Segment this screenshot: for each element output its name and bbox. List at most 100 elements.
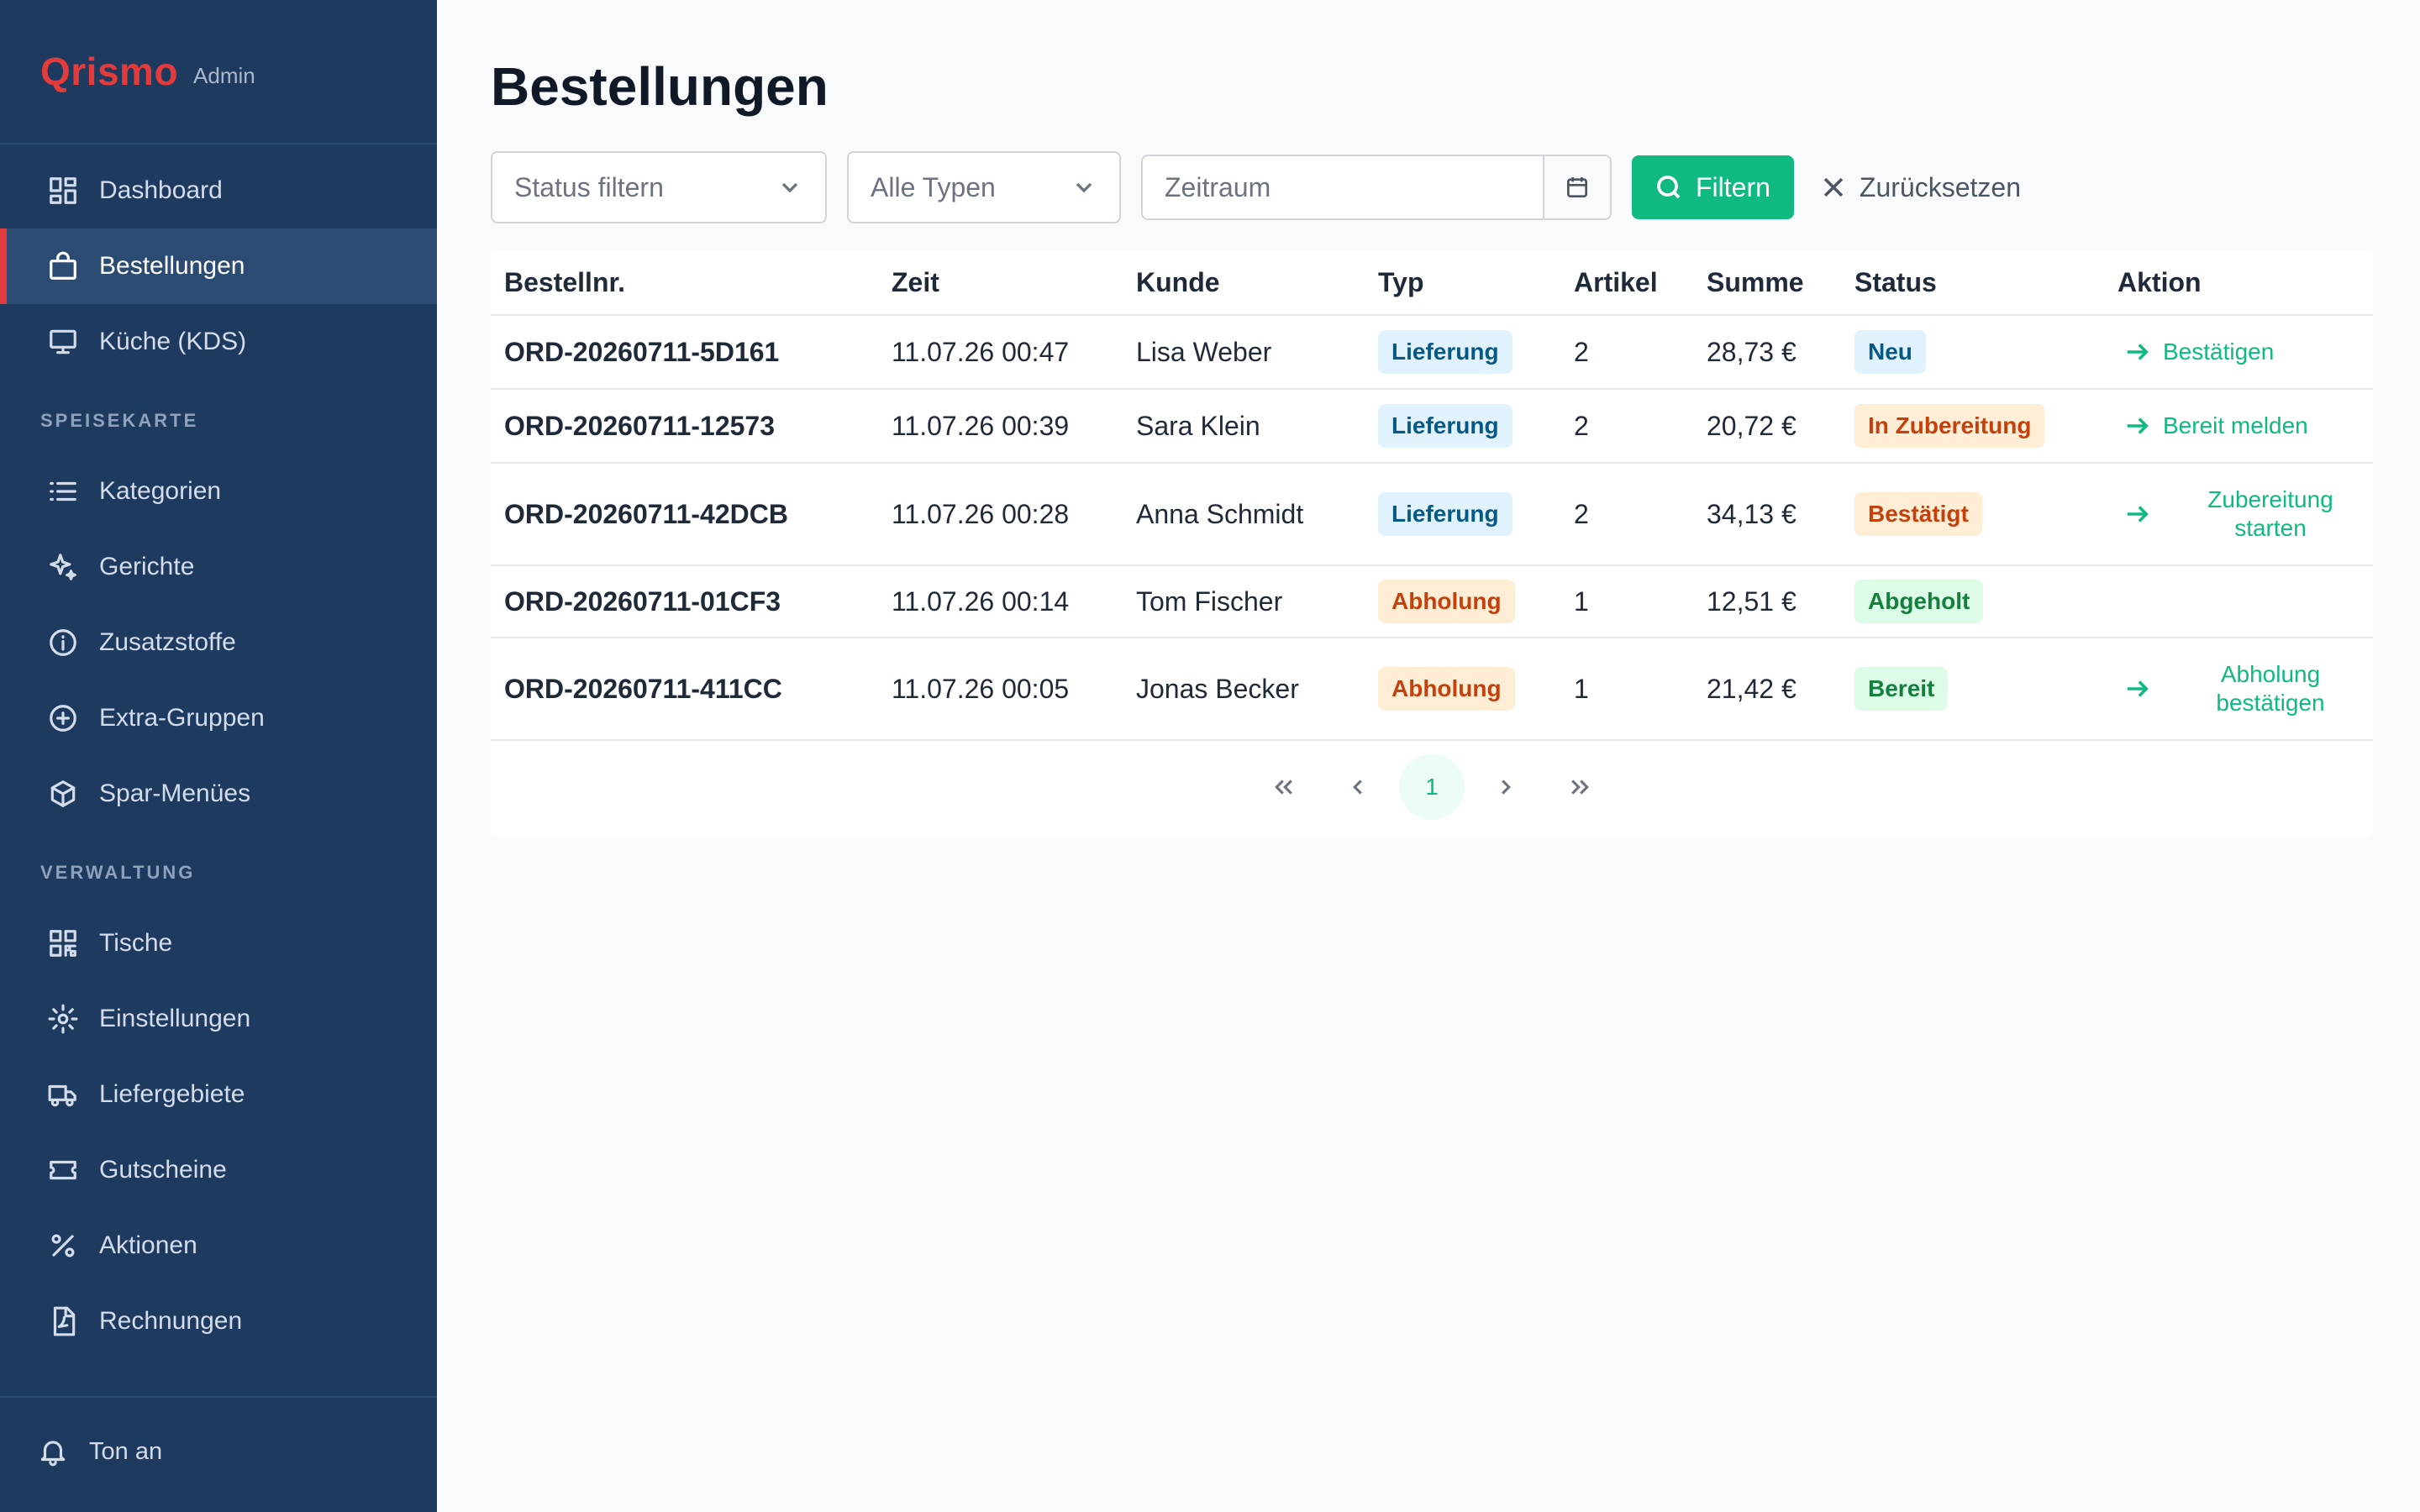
status-badge: Bestätigt — [1854, 492, 1982, 536]
column-header-status[interactable]: Status — [1841, 267, 2104, 298]
order-sum: 21,42 € — [1707, 673, 1797, 704]
calendar-button[interactable] — [1543, 156, 1610, 218]
truck-icon — [47, 1079, 79, 1110]
box-icon — [47, 778, 79, 810]
gear-icon — [47, 1003, 79, 1035]
sidebar-item-label: Bestellungen — [99, 252, 245, 280]
sidebar-item-delivery-areas[interactable]: Liefergebiete — [0, 1057, 437, 1132]
confirm-order-button[interactable]: Bestätigen — [2118, 338, 2373, 366]
arrow-right-icon — [2127, 680, 2149, 697]
order-time: 11.07.26 00:14 — [892, 585, 1070, 617]
chevron-down-icon — [781, 182, 798, 193]
order-customer: Sara Klein — [1136, 410, 1260, 441]
search-icon — [1657, 176, 1681, 199]
action-label: Bestätigen — [2163, 339, 2275, 365]
type-filter-select[interactable]: Alle Typen — [847, 151, 1121, 223]
order-customer: Tom Fischer — [1136, 585, 1283, 617]
arrow-right-icon — [2127, 506, 2149, 522]
action-label-line-2: bestätigen — [2216, 690, 2325, 716]
type-badge: Abholung — [1378, 580, 1515, 623]
page-button-current[interactable]: 1 — [1399, 754, 1465, 820]
last-page-button[interactable] — [1547, 754, 1612, 820]
order-time: 11.07.26 00:47 — [892, 336, 1070, 367]
column-header-action: Aktion — [2118, 266, 2202, 297]
sidebar-item-label: Kategorien — [99, 477, 222, 505]
sidebar-item-tables[interactable]: Tische — [0, 906, 437, 981]
order-customer: Jonas Becker — [1136, 673, 1299, 704]
filter-button[interactable]: Filtern — [1632, 155, 1794, 219]
confirm-pickup-button[interactable]: Abholung bestätigen — [2118, 660, 2373, 717]
order-items: 2 — [1574, 336, 1589, 367]
sidebar-item-orders[interactable]: Bestellungen — [0, 228, 437, 304]
action-label: Abholung bestätigen — [2186, 660, 2354, 717]
chevrons-right-icon — [1571, 780, 1589, 795]
calendar-icon — [1567, 177, 1587, 197]
sidebar-item-vouchers[interactable]: Gutscheine — [0, 1132, 437, 1208]
date-range-placeholder: Zeitraum — [1165, 171, 1271, 202]
plus-circle-icon — [47, 702, 79, 734]
date-range-input[interactable]: Zeitraum — [1141, 155, 1612, 220]
type-badge: Lieferung — [1378, 492, 1512, 536]
first-page-button[interactable] — [1251, 754, 1317, 820]
table-row[interactable]: ORD-20260711-411CC 11.07.26 00:05 Jonas … — [491, 638, 2373, 741]
sidebar-item-invoices[interactable]: Rechnungen — [0, 1284, 437, 1359]
sidebar-item-label: Spar-Menües — [99, 780, 251, 807]
reset-button[interactable]: Zurücksetzen — [1819, 155, 2021, 219]
order-sum: 28,73 € — [1707, 336, 1797, 367]
order-time: 11.07.26 00:05 — [892, 673, 1070, 704]
sidebar-item-promotions[interactable]: Aktionen — [0, 1208, 437, 1284]
sidebar-item-label: Zusatzstoffe — [99, 628, 236, 656]
column-header-type[interactable]: Typ — [1365, 267, 1560, 298]
filter-button-label: Filtern — [1696, 171, 1770, 202]
sidebar-item-additives[interactable]: Zusatzstoffe — [0, 605, 437, 680]
close-icon — [1823, 177, 1844, 197]
sidebar-item-dashboard[interactable]: Dashboard — [0, 153, 437, 228]
prev-page-button[interactable] — [1325, 754, 1391, 820]
sidebar-nav: Dashboard Bestellungen Küche (KDS) SPEIS… — [0, 144, 437, 1359]
column-header-id[interactable]: Bestellnr. — [491, 267, 878, 298]
status-badge: Neu — [1854, 330, 1926, 374]
brand[interactable]: Qrismo Admin — [0, 0, 437, 144]
status-filter-placeholder: Status filtern — [514, 171, 664, 202]
chevron-left-icon — [1353, 780, 1362, 795]
order-time: 11.07.26 00:39 — [892, 410, 1070, 441]
order-items: 1 — [1574, 673, 1589, 704]
section-label-menu: SPEISEKARTE — [40, 410, 199, 431]
table-row[interactable]: ORD-20260711-5D161 11.07.26 00:47 Lisa W… — [491, 316, 2373, 390]
main-content: Bestellungen Status filtern Alle Typen Z… — [437, 0, 2420, 1512]
column-header-items[interactable]: Artikel — [1560, 267, 1693, 298]
sound-toggle[interactable]: Ton an — [0, 1398, 437, 1505]
sidebar-item-dishes[interactable]: Gerichte — [0, 529, 437, 605]
column-header-time[interactable]: Zeit — [878, 267, 1123, 298]
percent-icon — [47, 1230, 79, 1262]
column-header-customer[interactable]: Kunde — [1123, 267, 1365, 298]
column-header-sum[interactable]: Summe — [1693, 267, 1841, 298]
order-id: ORD-20260711-12573 — [504, 410, 776, 441]
mark-ready-button[interactable]: Bereit melden — [2118, 412, 2373, 440]
next-page-button[interactable] — [1473, 754, 1539, 820]
filter-toolbar: Status filtern Alle Typen Zeitraum Filte… — [491, 151, 2021, 223]
sidebar-item-extra-groups[interactable]: Extra-Gruppen — [0, 680, 437, 756]
start-preparation-button[interactable]: Zubereitung starten — [2118, 486, 2373, 543]
page-title: Bestellungen — [491, 56, 829, 117]
sidebar-item-label: Dashboard — [99, 176, 223, 204]
order-time: 11.07.26 00:28 — [892, 498, 1070, 529]
table-row[interactable]: ORD-20260711-01CF3 11.07.26 00:14 Tom Fi… — [491, 566, 2373, 638]
qr-code-icon — [47, 927, 79, 959]
info-icon — [47, 627, 79, 659]
bell-icon — [37, 1436, 69, 1467]
order-customer: Lisa Weber — [1136, 336, 1272, 367]
sidebar-item-label: Küche (KDS) — [99, 328, 247, 355]
sidebar-item-kitchen[interactable]: Küche (KDS) — [0, 304, 437, 380]
table-row[interactable]: ORD-20260711-42DCB 11.07.26 00:28 Anna S… — [491, 464, 2373, 566]
sidebar-item-categories[interactable]: Kategorien — [0, 454, 437, 529]
table-row[interactable]: ORD-20260711-12573 11.07.26 00:39 Sara K… — [491, 390, 2373, 464]
status-filter-select[interactable]: Status filtern — [491, 151, 827, 223]
brand-subtitle: Admin — [193, 62, 255, 88]
sidebar-item-settings[interactable]: Einstellungen — [0, 981, 437, 1057]
list-icon — [47, 475, 79, 507]
sidebar-item-combo-menus[interactable]: Spar-Menües — [0, 756, 437, 832]
brand-logo: Qrismo — [40, 50, 179, 93]
sidebar-item-label: Gutscheine — [99, 1156, 227, 1184]
order-id: ORD-20260711-42DCB — [504, 498, 788, 529]
